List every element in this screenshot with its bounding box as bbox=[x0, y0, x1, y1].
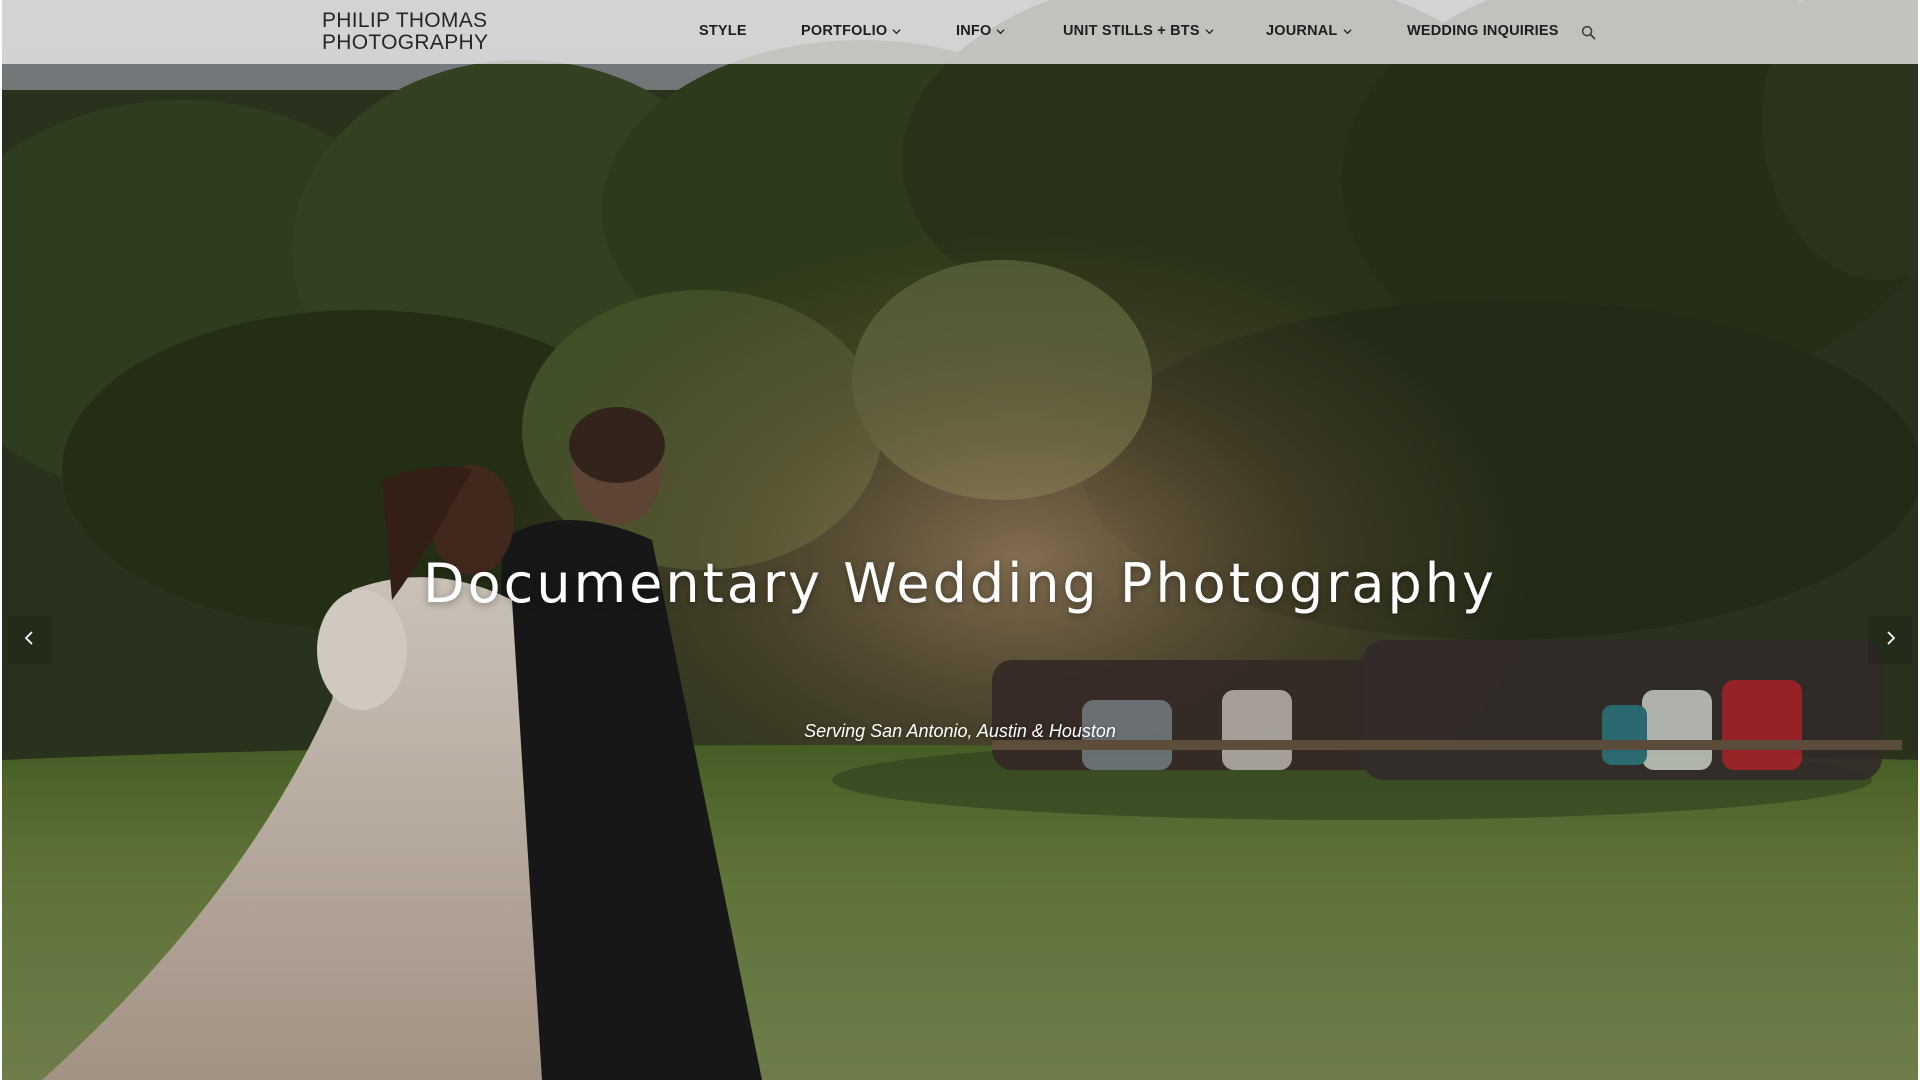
hero-image bbox=[2, 0, 1918, 1080]
hero-slider bbox=[2, 0, 1918, 1080]
nav-item-journal[interactable]: JOURNAL bbox=[1266, 20, 1352, 42]
nav-item-style[interactable]: STYLE bbox=[699, 20, 747, 42]
chevron-down-icon bbox=[1205, 27, 1214, 36]
nav-item-wedding-inquiries[interactable]: WEDDING INQUIRIES bbox=[1407, 20, 1559, 42]
nav-item-label: WEDDING INQUIRIES bbox=[1407, 23, 1559, 39]
nav-item-label: STYLE bbox=[699, 23, 747, 39]
slider-next-button[interactable] bbox=[1868, 616, 1912, 664]
site-header: PHILIP THOMAS PHOTOGRAPHY STYLE PORTFOLI… bbox=[2, 0, 1918, 64]
hero-subtitle: Serving San Antonio, Austin & Houston bbox=[804, 721, 1116, 741]
nav-item-info[interactable]: INFO bbox=[956, 20, 1005, 42]
nav-item-label: UNIT STILLS + BTS bbox=[1063, 23, 1200, 39]
search-icon[interactable] bbox=[1578, 22, 1598, 42]
chevron-down-icon bbox=[1342, 27, 1352, 36]
nav-item-label: PORTFOLIO bbox=[801, 23, 888, 39]
nav-item-portfolio[interactable]: PORTFOLIO bbox=[801, 20, 901, 42]
nav-item-label: INFO bbox=[956, 23, 992, 39]
hero-title: Documentary Wedding Photography bbox=[423, 552, 1497, 616]
main-nav: STYLE PORTFOLIO INFO UNIT STILLS + BTS J… bbox=[2, 0, 1918, 64]
chevron-down-icon bbox=[892, 27, 901, 36]
slider-prev-button[interactable] bbox=[8, 616, 52, 664]
nav-item-unit-stills-bts[interactable]: UNIT STILLS + BTS bbox=[1063, 20, 1214, 42]
chevron-left-icon bbox=[23, 630, 37, 651]
nav-item-label: JOURNAL bbox=[1266, 23, 1338, 39]
chevron-right-icon bbox=[1883, 630, 1897, 651]
chevron-down-icon bbox=[996, 27, 1005, 36]
page: PHILIP THOMAS PHOTOGRAPHY STYLE PORTFOLI… bbox=[0, 0, 1920, 1080]
